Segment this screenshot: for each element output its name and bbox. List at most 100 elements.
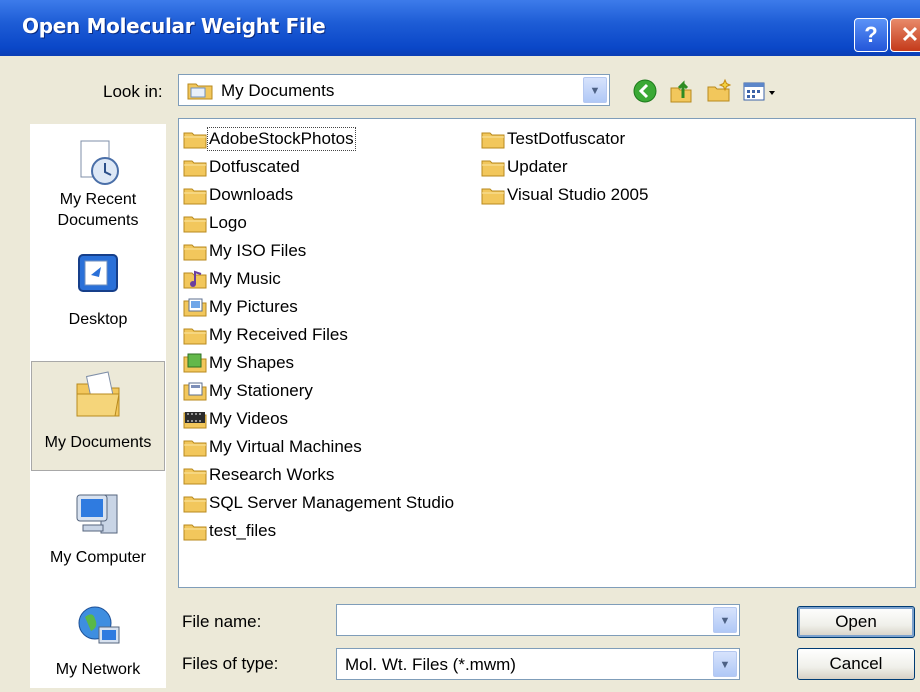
folder-icon <box>183 524 207 541</box>
file-list-item[interactable]: Visual Studio 2005 <box>481 181 648 209</box>
filename-field[interactable]: ▼ <box>336 604 740 636</box>
filetype-select[interactable]: Mol. Wt. Files (*.mwm) ▼ <box>336 648 740 680</box>
file-list-item[interactable]: Downloads <box>183 181 454 209</box>
file-name: Updater <box>507 157 568 176</box>
my-network-icon <box>78 606 120 644</box>
views-menu-icon[interactable] <box>742 78 790 104</box>
stationery-folder-icon <box>183 382 207 401</box>
file-name: My Videos <box>209 409 289 428</box>
file-list-item[interactable]: Dotfuscated <box>183 153 454 181</box>
file-name: My Virtual Machines <box>209 437 362 456</box>
close-icon: ✕ <box>900 22 920 47</box>
chevron-down-icon: ▼ <box>719 659 731 671</box>
my-documents-small-icon <box>187 83 213 100</box>
my-documents-icon <box>76 371 120 417</box>
place-my-recent-documents[interactable]: My Recent Documents <box>31 135 165 231</box>
shapes-folder-icon <box>183 353 207 373</box>
window-title: Open Molecular Weight File <box>22 14 326 38</box>
filetype-dropdown-button[interactable]: ▼ <box>713 651 737 677</box>
recent-documents-icon <box>80 140 119 185</box>
file-list-item[interactable]: SQL Server Management Studio <box>183 489 454 517</box>
help-icon: ? <box>864 22 878 47</box>
place-label: My Computer <box>49 549 147 566</box>
file-list-column-2: TestDotfuscator Updater Visual Studio 2005 <box>481 125 648 209</box>
file-list-item[interactable]: My Videos <box>183 405 454 433</box>
file-name: Research Works <box>209 465 335 484</box>
file-name: My Pictures <box>209 297 298 316</box>
videos-folder-icon <box>183 412 207 429</box>
chevron-down-icon: ▼ <box>719 615 731 627</box>
filename-dropdown-button[interactable]: ▼ <box>713 607 737 633</box>
place-my-network[interactable]: My Network <box>31 599 165 680</box>
folder-icon <box>183 496 207 513</box>
file-list-item[interactable]: My Music <box>183 265 454 293</box>
file-list-item[interactable]: Research Works <box>183 461 454 489</box>
chevron-down-icon: ▼ <box>589 85 601 97</box>
folder-icon <box>183 468 207 485</box>
folder-icon <box>481 160 505 177</box>
file-list-item[interactable]: My Shapes <box>183 349 454 377</box>
place-my-documents[interactable]: My Documents <box>31 361 165 471</box>
place-desktop[interactable]: Desktop <box>31 249 165 330</box>
up-folder-icon[interactable] <box>668 78 694 104</box>
file-list-item[interactable]: My Stationery <box>183 377 454 405</box>
folder-icon <box>481 188 505 205</box>
file-name: My Stationery <box>209 381 313 400</box>
folder-icon <box>183 244 207 261</box>
file-name: AdobeStockPhotos <box>207 127 356 151</box>
file-list-item[interactable]: Updater <box>481 153 648 181</box>
file-name: test_files <box>209 521 277 540</box>
folder-icon <box>183 188 207 205</box>
music-folder-icon <box>183 270 207 289</box>
place-my-computer[interactable]: My Computer <box>31 487 165 568</box>
folder-icon <box>183 216 207 233</box>
lookin-label: Look in: <box>103 82 163 101</box>
file-name: TestDotfuscator <box>507 129 626 148</box>
filetype-label: Files of type: <box>182 654 279 673</box>
place-label: My Recent Documents <box>57 191 139 229</box>
folder-icon <box>183 160 207 177</box>
filetype-value: Mol. Wt. Files (*.mwm) <box>345 655 516 674</box>
place-label: My Network <box>55 661 141 678</box>
file-list-item[interactable]: TestDotfuscator <box>481 125 648 153</box>
lookin-dropdown-button[interactable]: ▼ <box>583 77 607 103</box>
file-list-column-1: AdobeStockPhotos Dotfuscated Downloads Logo… <box>183 125 454 545</box>
file-list-item[interactable]: AdobeStockPhotos <box>183 125 454 153</box>
file-name: Dotfuscated <box>209 157 300 176</box>
file-list-item[interactable]: Logo <box>183 209 454 237</box>
file-name: My Received Files <box>209 325 348 344</box>
my-computer-icon <box>76 494 118 534</box>
file-name: SQL Server Management Studio <box>209 493 455 512</box>
place-label: Desktop <box>68 311 128 328</box>
new-folder-icon[interactable] <box>706 78 732 104</box>
file-list-item[interactable]: My Virtual Machines <box>183 433 454 461</box>
file-list-item[interactable]: My Pictures <box>183 293 454 321</box>
file-name: Visual Studio 2005 <box>507 185 649 204</box>
pictures-folder-icon <box>183 298 207 317</box>
place-label: My Documents <box>44 434 152 451</box>
lookin-combo[interactable]: My Documents ▼ <box>178 74 610 106</box>
title-bar[interactable]: Open Molecular Weight File ? ✕ <box>0 0 920 56</box>
places-bar: My Recent Documents Desktop My Documents… <box>30 124 166 688</box>
open-button[interactable]: Open <box>797 606 915 638</box>
close-button[interactable]: ✕ <box>890 18 920 52</box>
back-icon[interactable] <box>632 78 658 104</box>
file-name: My ISO Files <box>209 241 307 260</box>
folder-icon <box>183 132 207 149</box>
file-list-item[interactable]: My ISO Files <box>183 237 454 265</box>
file-name: Downloads <box>209 185 294 204</box>
help-button[interactable]: ? <box>854 18 888 52</box>
file-list-item[interactable]: My Received Files <box>183 321 454 349</box>
file-list[interactable]: AdobeStockPhotos Dotfuscated Downloads Logo… <box>178 118 916 588</box>
file-name: My Shapes <box>209 353 295 372</box>
folder-icon <box>481 132 505 149</box>
folder-icon <box>183 328 207 345</box>
file-name: My Music <box>209 269 281 288</box>
lookin-value: My Documents <box>221 81 335 100</box>
folder-icon <box>183 440 207 457</box>
filename-label: File name: <box>182 612 262 631</box>
file-name: Logo <box>209 213 247 232</box>
cancel-button[interactable]: Cancel <box>797 648 915 680</box>
desktop-icon <box>78 254 118 292</box>
file-list-item[interactable]: test_files <box>183 517 454 545</box>
